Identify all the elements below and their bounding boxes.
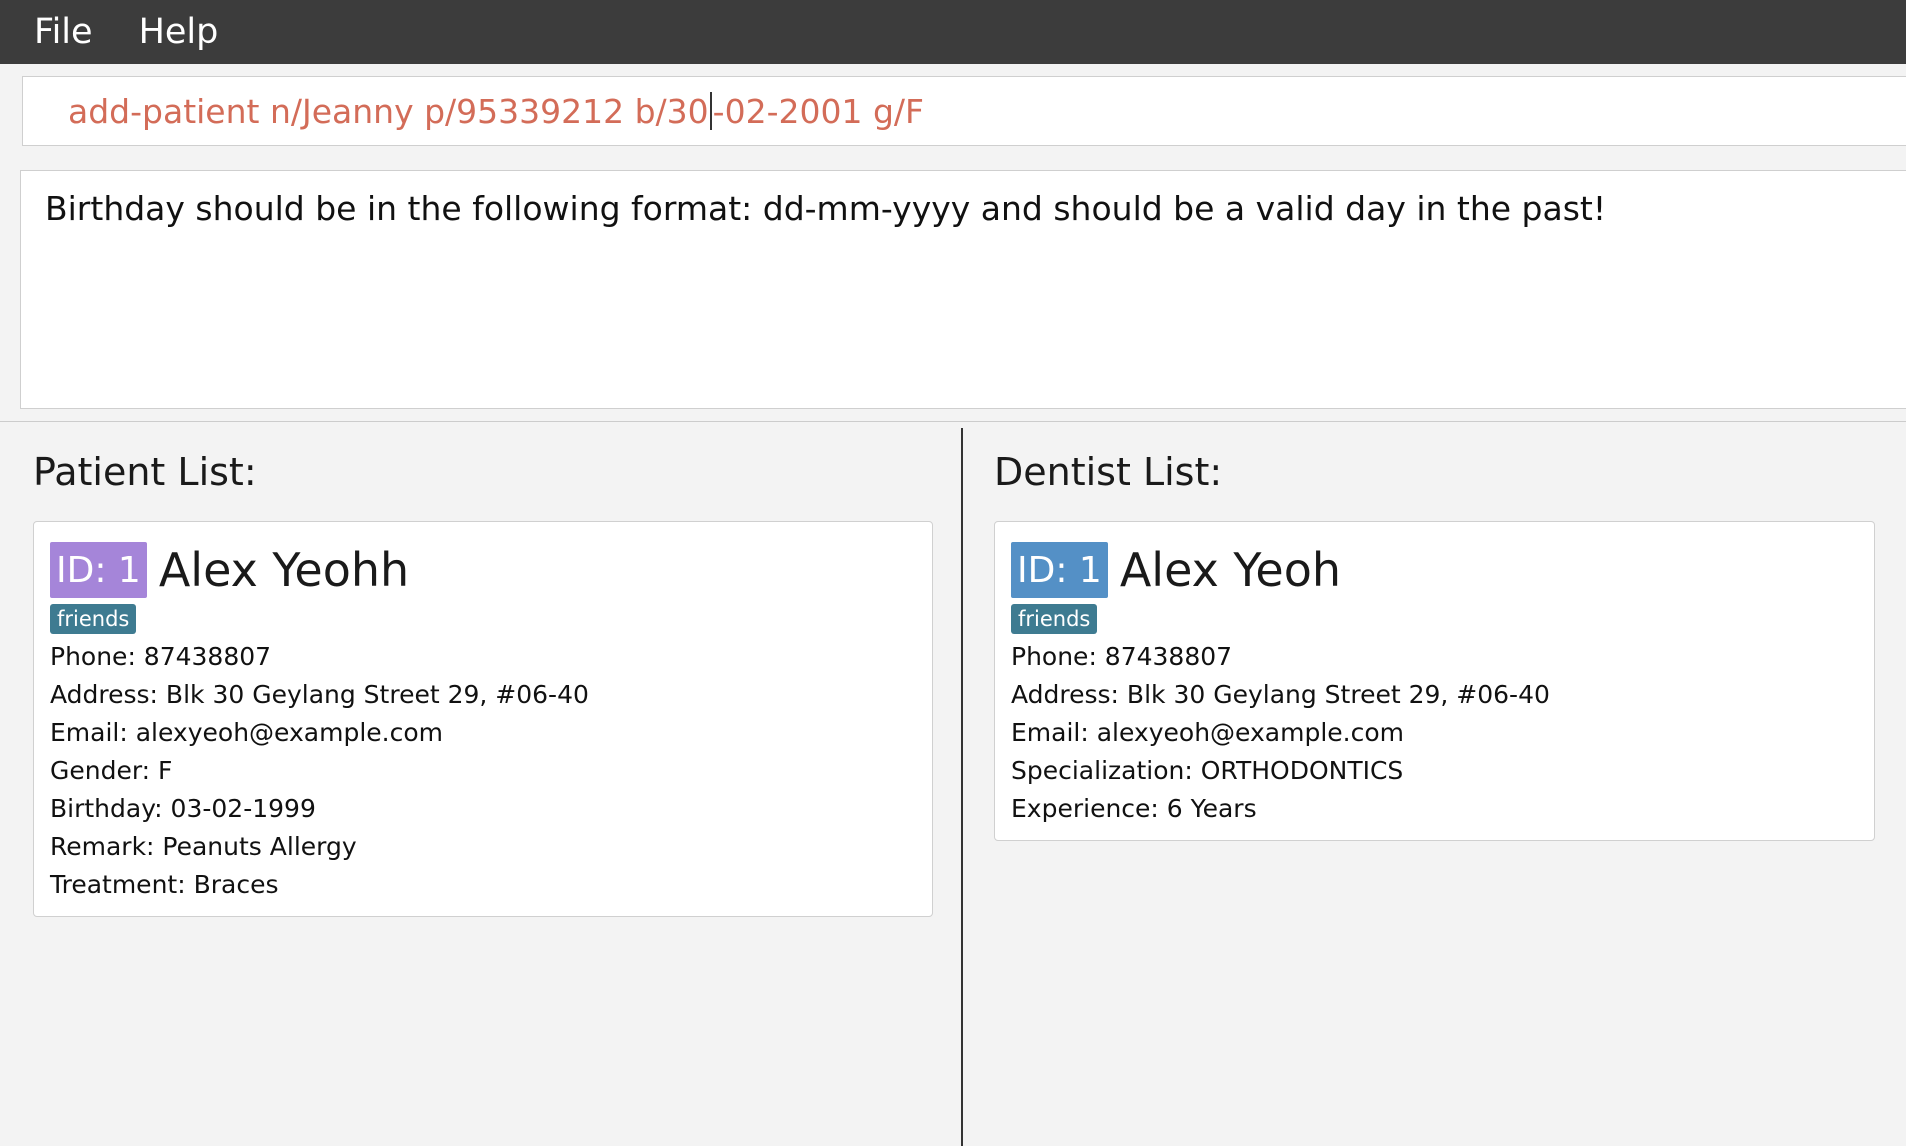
dentist-experience: Experience: 6 Years bbox=[1011, 794, 1257, 823]
split-divider[interactable] bbox=[961, 428, 963, 1146]
patient-tag: friends bbox=[50, 604, 137, 634]
patient-phone: Phone: 87438807 bbox=[50, 642, 272, 671]
dentist-specialization: Specialization: ORTHODONTICS bbox=[1011, 756, 1404, 785]
patient-address: Address: Blk 30 Geylang Street 29, #06-4… bbox=[50, 680, 589, 709]
dentist-name: Alex Yeoh bbox=[1119, 543, 1342, 597]
result-display: Birthday should be in the following form… bbox=[20, 170, 1906, 409]
patient-remark: Remark: Peanuts Allergy bbox=[50, 832, 357, 861]
dentist-tag: friends bbox=[1011, 604, 1098, 634]
result-message: Birthday should be in the following form… bbox=[45, 189, 1607, 228]
patient-list-title: Patient List: bbox=[33, 450, 257, 494]
dentist-list-title: Dentist List: bbox=[994, 450, 1223, 494]
patient-card-header: ID: 1 Alex Yeohh bbox=[50, 542, 932, 598]
command-text-after-caret: -02-2001 g/F bbox=[712, 91, 924, 131]
dentist-email: Email: alexyeoh@example.com bbox=[1011, 718, 1404, 747]
menu-file[interactable]: File bbox=[0, 12, 93, 52]
patient-gender: Gender: F bbox=[50, 756, 173, 785]
command-text-before-caret: add-patient n/Jeanny p/95339212 b/30 bbox=[68, 91, 709, 131]
patient-birthday: Birthday: 03-02-1999 bbox=[50, 794, 316, 823]
dentist-card-header: ID: 1 Alex Yeoh bbox=[1011, 542, 1874, 598]
patient-name: Alex Yeohh bbox=[158, 543, 410, 597]
patient-card[interactable]: ID: 1 Alex Yeohh friends Phone: 87438807… bbox=[33, 521, 933, 917]
dentist-card[interactable]: ID: 1 Alex Yeoh friends Phone: 87438807 … bbox=[994, 521, 1875, 841]
menu-bar: File Help bbox=[0, 0, 1906, 64]
command-box[interactable]: add-patient n/Jeanny p/95339212 b/30 -02-… bbox=[22, 76, 1906, 146]
patient-treatment: Treatment: Braces bbox=[50, 870, 279, 899]
text-caret bbox=[709, 92, 712, 130]
dentist-address: Address: Blk 30 Geylang Street 29, #06-4… bbox=[1011, 680, 1550, 709]
dentist-id-badge: ID: 1 bbox=[1011, 542, 1108, 598]
menu-help[interactable]: Help bbox=[105, 12, 219, 52]
command-input[interactable]: add-patient n/Jeanny p/95339212 b/30 -02-… bbox=[68, 77, 924, 145]
dentist-phone: Phone: 87438807 bbox=[1011, 642, 1233, 671]
patient-email: Email: alexyeoh@example.com bbox=[50, 718, 443, 747]
split-border bbox=[0, 421, 1906, 422]
patient-id-badge: ID: 1 bbox=[50, 542, 147, 598]
